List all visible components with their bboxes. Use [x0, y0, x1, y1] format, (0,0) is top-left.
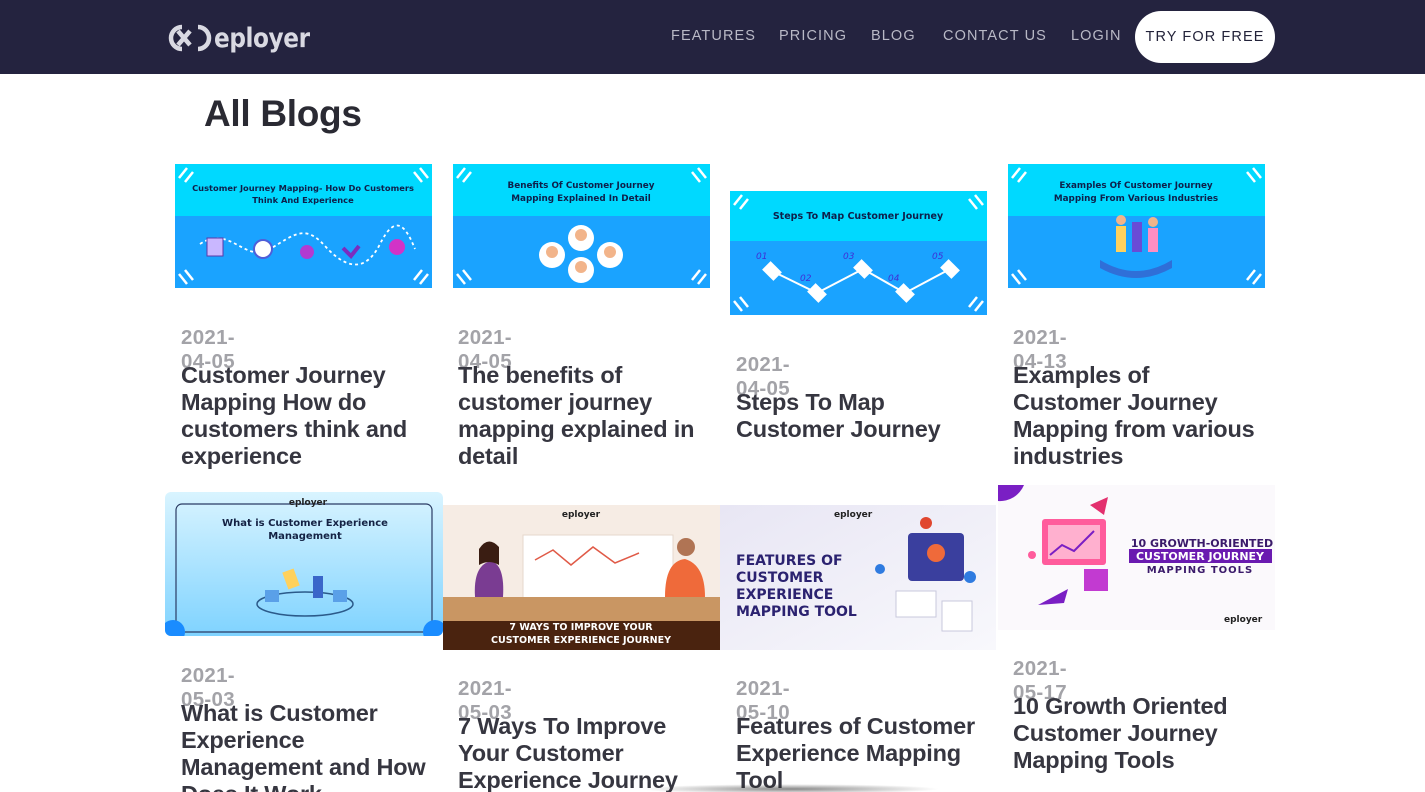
blog-title[interactable]: Examples of Customer Journey Mapping fro…: [1013, 362, 1258, 470]
mapping-tool-illustration: eployer FEATURES OF CUSTOMER EXPERIENCE …: [720, 505, 996, 650]
blog-thumbnail[interactable]: Steps To Map Customer Journey 01 02 03 0…: [730, 191, 987, 315]
svg-text:01: 01: [756, 252, 767, 262]
brand-name: eployer: [214, 22, 310, 54]
thumbnail-brand: eployer: [289, 498, 328, 508]
thumbnail-text: Steps To Map Customer Journey: [773, 211, 944, 222]
thumbnail-text: FEATURES OF: [736, 553, 843, 569]
blog-title[interactable]: What is Customer Experience Management a…: [181, 700, 426, 792]
journey-path-illustration: Customer Journey Mapping- How Do Custome…: [175, 164, 432, 288]
thumbnail-brand: eployer: [834, 510, 873, 520]
try-for-free-button[interactable]: TRY FOR FREE: [1135, 11, 1275, 63]
blog-thumbnail[interactable]: 10 GROWTH-ORIENTED CUSTOMER JOURNEY MAPP…: [998, 485, 1275, 630]
top-navigation-bar: eployer FEATURES PRICING BLOG CONTACT US…: [0, 0, 1425, 74]
svg-text:CUSTOMER JOURNEY: CUSTOMER JOURNEY: [1136, 550, 1265, 563]
svg-text:Think And Experience: Think And Experience: [252, 195, 354, 205]
thumbnail-text: What is Customer Experience: [222, 518, 388, 529]
nav-login[interactable]: LOGIN: [1071, 28, 1122, 44]
svg-text:Mapping From Various Industrie: Mapping From Various Industries: [1054, 194, 1218, 204]
thumbnail-text: Examples Of Customer Journey: [1059, 181, 1213, 191]
steps-illustration: Steps To Map Customer Journey 01 02 03 0…: [730, 191, 987, 315]
thumbnail-text: 7 WAYS TO IMPROVE YOUR: [509, 622, 653, 633]
svg-text:Mapping Explained In Detail: Mapping Explained In Detail: [511, 194, 651, 204]
scroll-shadow: [640, 784, 940, 792]
svg-text:02: 02: [800, 274, 812, 284]
blog-title[interactable]: Customer Journey Mapping How do customer…: [181, 362, 426, 470]
growth-tools-illustration: 10 GROWTH-ORIENTED CUSTOMER JOURNEY MAPP…: [998, 485, 1275, 630]
blog-thumbnail[interactable]: Customer Journey Mapping- How Do Custome…: [175, 164, 432, 288]
svg-text:05: 05: [932, 252, 944, 262]
blog-title[interactable]: Steps To Map Customer Journey: [736, 389, 981, 443]
nav-contact-us[interactable]: CONTACT US: [943, 28, 1047, 44]
nav-pricing[interactable]: PRICING: [779, 28, 847, 44]
thumbnail-text: Benefits Of Customer Journey: [508, 181, 655, 191]
svg-text:MAPPING TOOLS: MAPPING TOOLS: [1147, 565, 1254, 576]
thumbnail-text: Customer Journey Mapping- How Do Custome…: [192, 183, 414, 193]
svg-text:CUSTOMER: CUSTOMER: [736, 570, 824, 586]
blog-thumbnail[interactable]: eployer 7 WAYS TO IMPROVE YOUR CUSTOMER …: [443, 505, 720, 650]
blog-thumbnail[interactable]: eployer What is Customer Experience Mana…: [165, 492, 443, 636]
blog-thumbnail[interactable]: Benefits Of Customer Journey Mapping Exp…: [453, 164, 710, 288]
team-people-illustration: Benefits Of Customer Journey Mapping Exp…: [453, 164, 710, 288]
thumbnail-text: 10 GROWTH-ORIENTED: [1131, 537, 1273, 550]
thumbnail-brand: eployer: [562, 510, 601, 520]
infinity-logo-icon: [168, 24, 212, 52]
blog-title[interactable]: 10 Growth Oriented Customer Journey Mapp…: [1013, 693, 1263, 774]
experience-management-illustration: eployer What is Customer Experience Mana…: [165, 492, 443, 636]
nav-features[interactable]: FEATURES: [671, 28, 756, 44]
nav-blog[interactable]: BLOG: [871, 28, 916, 44]
blog-title[interactable]: The benefits of customer journey mapping…: [458, 362, 708, 470]
blog-title[interactable]: 7 Ways To Improve Your Customer Experien…: [458, 713, 703, 792]
blog-thumbnail[interactable]: eployer FEATURES OF CUSTOMER EXPERIENCE …: [720, 505, 996, 650]
brand-logo[interactable]: eployer: [168, 18, 325, 58]
journey-meeting-illustration: eployer 7 WAYS TO IMPROVE YOUR CUSTOMER …: [443, 505, 720, 650]
blog-thumbnail[interactable]: Examples Of Customer Journey Mapping Fro…: [1008, 164, 1265, 288]
svg-text:04: 04: [888, 274, 900, 284]
svg-text:MAPPING TOOL: MAPPING TOOL: [736, 604, 857, 620]
industries-illustration: Examples Of Customer Journey Mapping Fro…: [1008, 164, 1265, 288]
svg-text:Management: Management: [268, 531, 342, 542]
svg-text:CUSTOMER EXPERIENCE JOURNEY: CUSTOMER EXPERIENCE JOURNEY: [491, 635, 671, 646]
svg-text:EXPERIENCE: EXPERIENCE: [736, 587, 833, 603]
blog-title[interactable]: Features of Customer Experience Mapping …: [736, 713, 986, 792]
svg-text:03: 03: [843, 252, 855, 262]
thumbnail-brand: eployer: [1224, 615, 1263, 625]
page-title: All Blogs: [204, 93, 362, 134]
